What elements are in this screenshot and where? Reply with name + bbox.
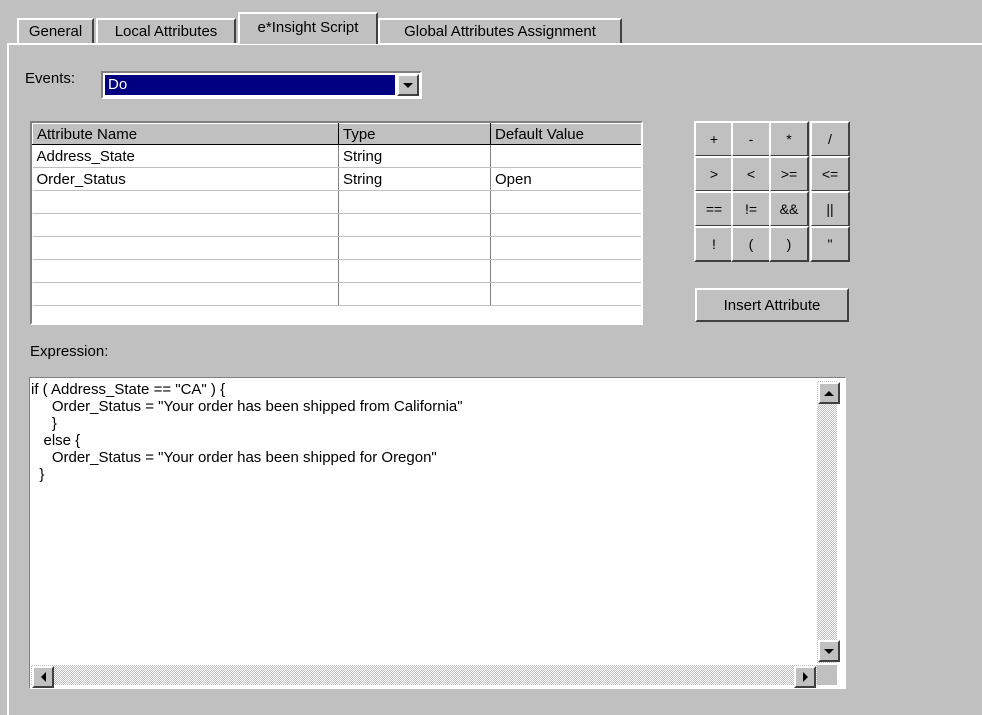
insert-attribute-label: Insert Attribute bbox=[723, 296, 821, 314]
type-cell bbox=[338, 282, 491, 306]
operator-button-label: " bbox=[827, 236, 833, 252]
attribute-name-cell bbox=[32, 213, 339, 237]
operator-button-close-paren[interactable]: ) bbox=[769, 226, 809, 262]
tab-global-attributes-assignment-label: Global Attributes Assignment bbox=[404, 23, 596, 40]
attribute-name-cell: Address_State bbox=[32, 144, 339, 168]
operator-button-label: == bbox=[705, 201, 723, 217]
operator-button-label: ) bbox=[786, 236, 792, 252]
tab-general[interactable]: General bbox=[17, 18, 94, 44]
operator-button-greater-equal[interactable]: >= bbox=[769, 156, 809, 192]
operator-button-label: >= bbox=[780, 166, 798, 182]
arrow-right-icon bbox=[802, 672, 808, 682]
operator-button-less-than[interactable]: < bbox=[731, 156, 771, 192]
table-row[interactable] bbox=[32, 190, 641, 214]
arrow-up-icon bbox=[824, 390, 834, 396]
operator-button-label: != bbox=[744, 201, 758, 217]
operator-button-plus[interactable]: + bbox=[694, 121, 734, 157]
type-cell bbox=[338, 236, 491, 260]
default-value-cell bbox=[490, 282, 641, 306]
default-value-cell bbox=[490, 144, 641, 168]
operator-button-label: ( bbox=[748, 236, 754, 252]
operator-button-not[interactable]: ! bbox=[694, 226, 734, 262]
table-row[interactable]: Order_Status String Open bbox=[32, 167, 641, 191]
operator-button-label: - bbox=[748, 131, 754, 147]
operator-button-label: / bbox=[828, 131, 832, 147]
operator-button-or[interactable]: || bbox=[810, 191, 850, 227]
scroll-up-button[interactable] bbox=[818, 382, 840, 404]
operator-button-label: * bbox=[786, 131, 792, 147]
attribute-name-cell bbox=[32, 259, 339, 283]
operator-button-open-paren[interactable]: ( bbox=[731, 226, 771, 262]
column-header-type[interactable]: Type bbox=[338, 123, 491, 145]
type-cell bbox=[338, 213, 491, 237]
table-row[interactable]: Address_State String bbox=[32, 144, 641, 168]
operator-button-quote[interactable]: " bbox=[810, 226, 850, 262]
table-row[interactable] bbox=[32, 213, 641, 237]
operator-button-multiply[interactable]: * bbox=[769, 121, 809, 157]
operator-button-label: > bbox=[709, 166, 719, 182]
horizontal-scrollbar[interactable] bbox=[31, 665, 817, 688]
insert-attribute-button[interactable]: Insert Attribute bbox=[695, 288, 849, 322]
attribute-name-cell bbox=[32, 282, 339, 306]
type-cell bbox=[338, 259, 491, 283]
tab-einsight-script-label: e*Insight Script bbox=[257, 19, 359, 36]
scrollbar-corner bbox=[817, 665, 837, 685]
operator-button-not-equals[interactable]: != bbox=[731, 191, 771, 227]
column-header-attribute-name[interactable]: Attribute Name bbox=[32, 123, 339, 145]
events-selected-value: Do bbox=[105, 75, 395, 95]
type-cell bbox=[338, 190, 491, 214]
table-row[interactable] bbox=[32, 282, 641, 306]
arrow-left-icon bbox=[40, 672, 46, 682]
operator-button-and[interactable]: && bbox=[769, 191, 809, 227]
tab-general-label: General bbox=[28, 23, 83, 40]
table-row[interactable] bbox=[32, 259, 641, 283]
operator-button-divide[interactable]: / bbox=[810, 121, 850, 157]
table-header-row: Attribute Name Type Default Value bbox=[32, 123, 641, 145]
tab-panel-top-edge bbox=[7, 43, 982, 45]
tab-local-attributes[interactable]: Local Attributes bbox=[96, 18, 236, 44]
operator-button-label: || bbox=[826, 201, 834, 217]
default-value-cell bbox=[490, 190, 641, 214]
scroll-right-button[interactable] bbox=[794, 666, 816, 688]
expression-text[interactable]: if ( Address_State == "CA" ) { Order_Sta… bbox=[31, 381, 811, 651]
events-select[interactable]: Do bbox=[101, 71, 422, 99]
tab-global-attributes-assignment[interactable]: Global Attributes Assignment bbox=[378, 18, 622, 44]
tab-local-attributes-label: Local Attributes bbox=[114, 23, 218, 40]
type-cell: String bbox=[338, 144, 491, 168]
operator-button-label: + bbox=[709, 131, 719, 147]
operator-button-equals[interactable]: == bbox=[694, 191, 734, 227]
expression-editor[interactable]: if ( Address_State == "CA" ) { Order_Sta… bbox=[29, 377, 846, 689]
operator-button-less-equal[interactable]: <= bbox=[810, 156, 850, 192]
operator-button-label: < bbox=[746, 166, 756, 182]
attributes-table[interactable]: Attribute Name Type Default Value Addres… bbox=[30, 121, 643, 325]
type-cell: String bbox=[338, 167, 491, 191]
vertical-scrollbar[interactable] bbox=[817, 381, 840, 663]
default-value-cell bbox=[490, 259, 641, 283]
default-value-cell bbox=[490, 213, 641, 237]
attribute-name-cell bbox=[32, 190, 339, 214]
table-row[interactable] bbox=[32, 236, 641, 260]
arrow-down-icon bbox=[824, 648, 834, 654]
operator-button-label: <= bbox=[821, 166, 839, 182]
operator-button-label: && bbox=[779, 201, 799, 217]
default-value-cell: Open bbox=[490, 167, 641, 191]
attribute-name-cell: Order_Status bbox=[32, 167, 339, 191]
operator-button-minus[interactable]: - bbox=[731, 121, 771, 157]
scroll-left-button[interactable] bbox=[32, 666, 54, 688]
column-header-default-value[interactable]: Default Value bbox=[490, 123, 641, 145]
tab-panel-left-edge bbox=[7, 43, 9, 715]
scroll-down-button[interactable] bbox=[818, 640, 840, 662]
attribute-name-cell bbox=[32, 236, 339, 260]
default-value-cell bbox=[490, 236, 641, 260]
events-dropdown-button[interactable] bbox=[397, 74, 419, 96]
operator-button-greater-than[interactable]: > bbox=[694, 156, 734, 192]
expression-label: Expression: bbox=[30, 343, 109, 360]
tab-einsight-script[interactable]: e*Insight Script bbox=[238, 12, 378, 44]
chevron-down-icon bbox=[403, 82, 413, 88]
operator-button-label: ! bbox=[712, 236, 716, 252]
events-label: Events: bbox=[25, 70, 76, 87]
